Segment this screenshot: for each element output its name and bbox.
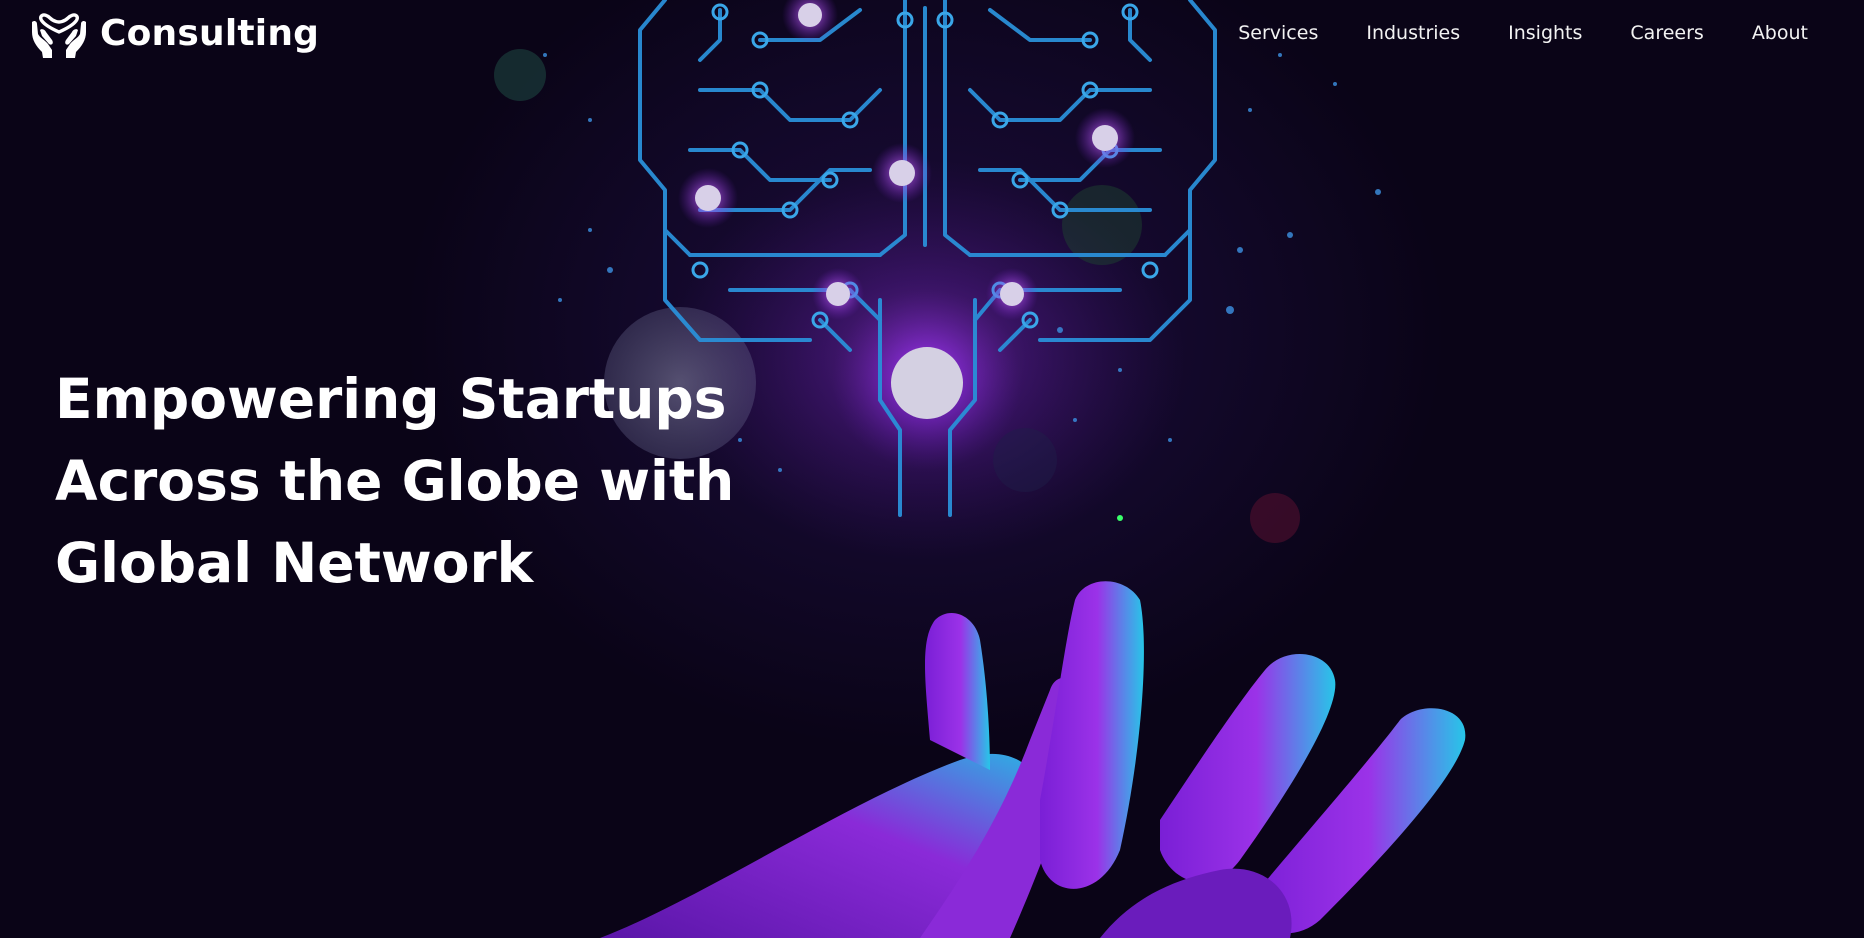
hero-section: Consulting Services Industries Insights … [0, 0, 1864, 938]
nav-link-careers[interactable]: Careers [1630, 22, 1703, 44]
top-navbar: Consulting Services Industries Insights … [0, 0, 1864, 72]
main-nav: Services Industries Insights Careers Abo… [1190, 22, 1808, 44]
hero-headline: Empowering Startups Across the Globe wit… [55, 367, 735, 595]
neon-hand-illustration [600, 581, 1466, 938]
nav-link-about[interactable]: About [1752, 22, 1808, 44]
brand-logo-link[interactable]: Consulting [30, 8, 319, 58]
nav-link-industries[interactable]: Industries [1366, 22, 1460, 44]
hands-heart-icon [32, 13, 86, 58]
nav-link-insights[interactable]: Insights [1508, 22, 1582, 44]
nav-link-services[interactable]: Services [1238, 22, 1318, 44]
brand-name: Consulting [100, 12, 320, 54]
